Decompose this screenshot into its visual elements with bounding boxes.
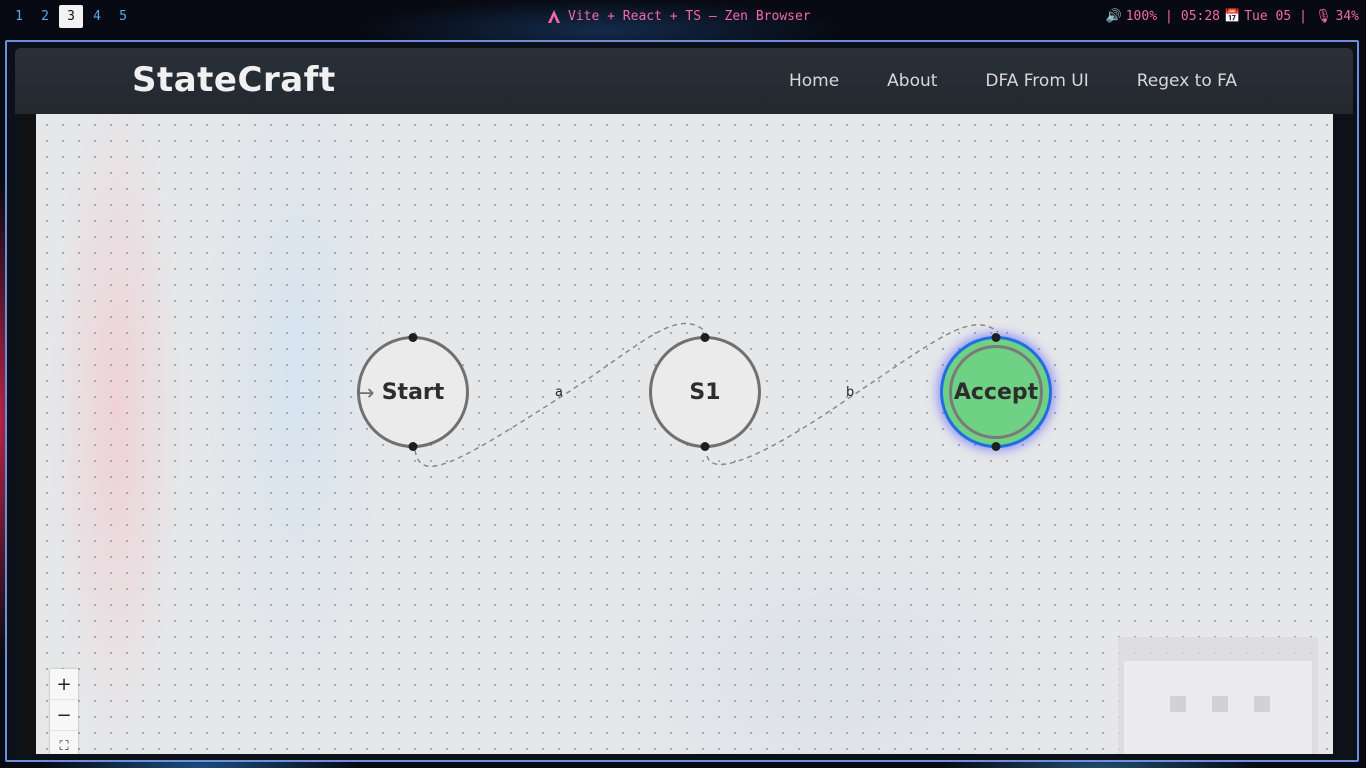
zoom-out-button[interactable]: − [50,700,78,731]
volume-icon[interactable]: 🔊 [1106,9,1122,24]
date: Tue 05 [1244,9,1292,24]
nav-regex-to-fa[interactable]: Regex to FA [1137,71,1237,91]
separator: | [1165,9,1173,24]
canvas-container: a b → Start S1 Accept + − ⛶ [23,114,1333,754]
connection-handle-bottom[interactable] [408,442,418,451]
nav-home[interactable]: Home [789,71,839,91]
minimap-node [1254,696,1270,712]
state-label: Accept [953,379,1039,405]
zoom-in-button[interactable]: + [50,669,78,700]
system-status: 🔊 100% | 05:28 📅 Tue 05 | 🎙 34% [1106,9,1359,24]
clock: 05:28 [1180,9,1221,24]
minimap[interactable] [1118,637,1318,754]
workspace-4[interactable]: 4 [85,5,109,28]
browser-icon [548,10,560,23]
nav-dfa-from-ui[interactable]: DFA From UI [985,71,1088,91]
state-node-s1[interactable]: S1 [649,333,761,451]
active-window-title: Vite + React + TS — Zen Browser [548,9,811,24]
workspace-5[interactable]: 5 [111,5,135,28]
workspace-1[interactable]: 1 [7,5,31,28]
window-title-text: Vite + React + TS — Zen Browser [568,9,811,24]
minimap-node [1212,696,1228,712]
fit-view-button[interactable]: ⛶ [50,731,78,754]
microphone-icon[interactable]: 🎙 [1315,9,1332,24]
flow-canvas[interactable]: a b → Start S1 Accept + − ⛶ [36,114,1333,754]
nav-about[interactable]: About [887,71,937,91]
edge-label-a: a [555,385,563,400]
connection-handle-bottom[interactable] [700,442,710,451]
status-bar: 1 2 3 4 5 Vite + React + TS — Zen Browse… [0,0,1366,34]
browser-window: StateCraft Home About DFA From UI Regex … [5,40,1359,762]
calendar-icon: 📅 [1224,9,1241,24]
workspace-3[interactable]: 3 [59,5,83,28]
state-label: S1 [689,379,721,405]
battery-value: 34% [1335,9,1359,24]
brand-logo[interactable]: StateCraft [132,60,336,100]
minimap-node [1170,696,1186,712]
canvas-controls: + − ⛶ [50,669,78,754]
connection-handle-top[interactable] [991,333,1001,342]
connection-handle-bottom[interactable] [991,442,1001,451]
volume-value: 100% [1125,9,1158,24]
connection-handle-top[interactable] [700,333,710,342]
start-arrow-icon: → [356,381,375,406]
workspace-switcher: 1 2 3 4 5 [7,5,135,28]
state-label: Start [381,379,445,405]
separator: | [1299,9,1307,24]
workspace-2[interactable]: 2 [33,5,57,28]
navbar: StateCraft Home About DFA From UI Regex … [15,48,1353,114]
nav-links: Home About DFA From UI Regex to FA [789,71,1237,91]
state-node-accept[interactable]: Accept [940,333,1052,451]
edge-label-b: b [846,385,855,400]
connection-handle-top[interactable] [408,333,418,342]
state-node-start[interactable]: → Start [356,333,469,451]
statecraft-app: StateCraft Home About DFA From UI Regex … [15,48,1353,760]
